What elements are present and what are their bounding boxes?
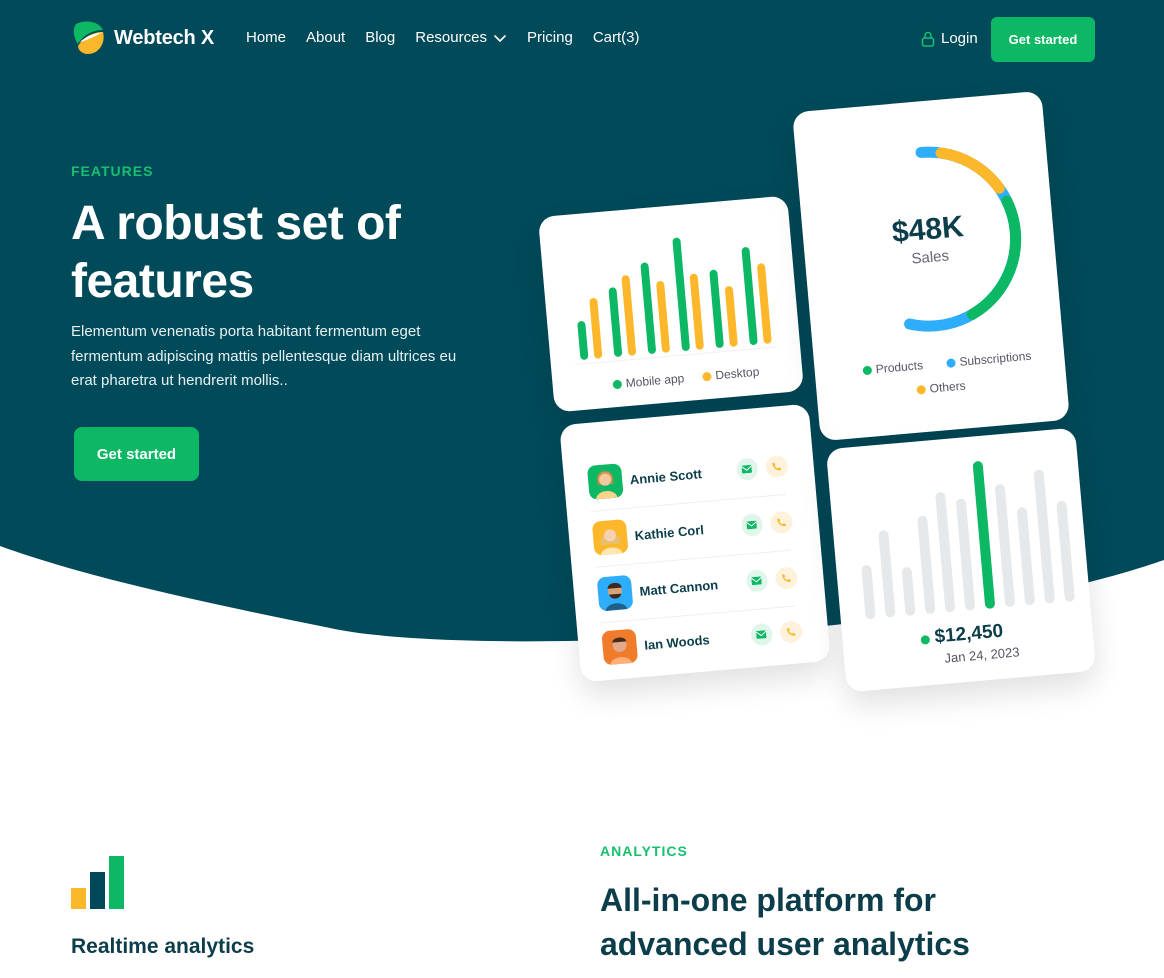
revenue-bar — [901, 567, 916, 616]
legend-label: Others — [929, 378, 967, 396]
hero-eyebrow: FEATURES — [71, 163, 154, 179]
mail-icon[interactable] — [740, 513, 764, 537]
menu-item-resources[interactable]: Resources — [415, 29, 507, 46]
contact-name: Matt Cannon — [638, 576, 719, 599]
revenue-bar — [935, 492, 956, 613]
revenue-bar — [878, 530, 896, 618]
person-icon — [600, 529, 623, 556]
login-label: Login — [941, 30, 978, 47]
bar-desktop — [725, 286, 738, 347]
legend-products: Products — [862, 358, 924, 377]
menu-item-resources-label: Resources — [415, 29, 487, 46]
revenue-bar — [956, 498, 975, 611]
bar-desktop — [589, 297, 603, 359]
bar-desktop — [656, 281, 670, 353]
legend-subscriptions: Subscriptions — [946, 349, 1032, 370]
revenue-value: $12,450 — [933, 620, 1004, 648]
menu-item-about[interactable]: About — [306, 29, 345, 46]
revenue-bar-highlight — [972, 461, 995, 609]
login-link[interactable]: Login — [921, 30, 978, 47]
usage-bar-chart — [574, 237, 777, 366]
main-menu: Home About Blog Resources Pricing Cart(3… — [246, 29, 639, 46]
person-icon — [610, 637, 633, 665]
revenue-bar — [1033, 469, 1055, 604]
brand-name: Webtech X — [114, 26, 215, 49]
usage-chart-card: Mobile app Desktop — [537, 195, 805, 413]
bar-mobile-app — [577, 321, 589, 360]
avatar — [601, 628, 638, 666]
bar-mobile-app — [640, 262, 656, 354]
legend-desktop: Desktop — [702, 365, 760, 384]
phone-icon[interactable] — [764, 454, 789, 479]
legend-others: Others — [916, 378, 966, 396]
person-icon — [595, 471, 618, 500]
sales-donut-card: $48K Sales Products Subscriptions Others — [792, 90, 1070, 442]
avatar — [586, 463, 624, 501]
lock-icon — [921, 31, 935, 47]
bar-mobile-app — [741, 247, 758, 345]
legend-dot-yellow — [916, 384, 927, 395]
avatar — [596, 574, 634, 612]
legend-label: Mobile app — [625, 371, 685, 391]
top-navigation: Webtech X Home About Blog Resources Pric… — [0, 0, 1164, 80]
revenue-bar — [917, 515, 936, 614]
bar-mobile-app — [672, 237, 690, 351]
mail-icon[interactable] — [745, 568, 769, 593]
revenue-bar — [861, 565, 876, 620]
legend-label: Products — [875, 358, 924, 377]
contact-name: Kathie Corl — [634, 521, 705, 543]
hero-description: Elementum venenatis porta habitant ferme… — [71, 323, 457, 389]
menu-item-pricing[interactable]: Pricing — [527, 29, 573, 46]
menu-item-home[interactable]: Home — [246, 29, 286, 46]
revenue-dot — [920, 635, 931, 645]
legend-dot-green — [612, 379, 623, 389]
bar-mobile-app — [709, 269, 724, 348]
phone-icon[interactable] — [769, 510, 794, 535]
bar-mobile-app — [608, 287, 623, 357]
legend-dot-green — [862, 365, 873, 375]
avatar — [591, 518, 629, 556]
bar-desktop — [621, 275, 636, 356]
contact-row[interactable]: Annie Scott — [586, 446, 790, 503]
mail-icon[interactable] — [749, 622, 774, 647]
phone-icon[interactable] — [774, 566, 799, 591]
contact-name: Ian Woods — [643, 631, 711, 653]
revenue-bar — [1017, 507, 1035, 606]
revenue-bar — [994, 484, 1015, 607]
legend-dot-yellow — [702, 371, 712, 382]
legend-mobile-app: Mobile app — [612, 371, 685, 391]
logo-icon — [73, 21, 104, 54]
legend-dot-blue — [946, 357, 956, 368]
bar-desktop — [689, 273, 704, 350]
feature-title: Realtime analytics — [71, 935, 255, 958]
contacts-card: Annie Scott Kathie Corl Matt Cannon Ian … — [559, 403, 831, 683]
legend-label: Subscriptions — [958, 348, 1032, 369]
hero-get-started-button[interactable]: Get started — [74, 427, 199, 481]
analytics-icon — [71, 856, 124, 909]
contact-row[interactable]: Matt Cannon — [596, 557, 799, 614]
revenue-date: Jan 24, 2023 — [943, 644, 1021, 666]
revenue-bar — [1056, 500, 1075, 602]
mail-icon[interactable] — [735, 457, 759, 482]
nav-get-started-button[interactable]: Get started — [991, 17, 1095, 62]
section-eyebrow: ANALYTICS — [600, 843, 688, 859]
hero-title: A robust set of features — [71, 197, 401, 308]
contact-name: Annie Scott — [629, 465, 703, 487]
phone-icon[interactable] — [779, 620, 804, 644]
person-icon — [605, 582, 628, 612]
chevron-down-icon — [494, 34, 506, 42]
menu-item-blog[interactable]: Blog — [365, 29, 395, 46]
contact-row[interactable]: Kathie Corl — [591, 501, 795, 558]
section-title: All-in-one platform for advanced user an… — [600, 882, 970, 962]
bar-desktop — [757, 263, 772, 344]
legend-label: Desktop — [714, 364, 760, 383]
revenue-bar-chart — [861, 461, 1075, 620]
revenue-card: $12,450 Jan 24, 2023 — [825, 427, 1097, 693]
menu-item-cart[interactable]: Cart(3) — [593, 29, 640, 46]
brand-logo[interactable]: Webtech X — [72, 20, 214, 56]
